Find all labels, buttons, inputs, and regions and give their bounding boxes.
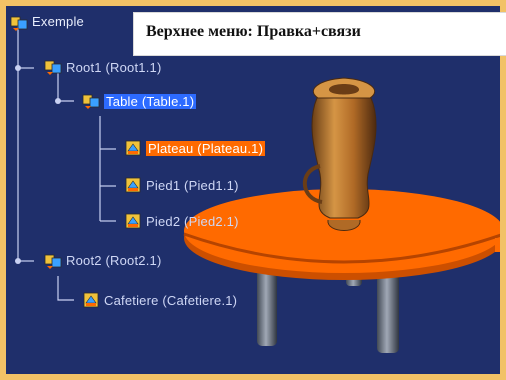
product-icon	[44, 254, 62, 269]
tree-root-label[interactable]: Exemple	[32, 14, 84, 29]
product-icon	[44, 60, 62, 75]
caption-banner: Верхнее меню: Правка+связи	[133, 12, 506, 56]
part-icon	[83, 292, 99, 308]
product-icon	[10, 16, 28, 31]
tree-line-cafetiere	[57, 276, 74, 301]
tree-item-table[interactable]: Table (Table.1)	[104, 94, 197, 109]
tree-item-table-label: Table (Table.1)	[104, 94, 197, 109]
tree-item-root2[interactable]: Root2 (Root2.1)	[66, 253, 162, 268]
caption-text: Верхнее меню: Правка+связи	[146, 23, 361, 40]
expand-node-root2[interactable]	[15, 258, 21, 264]
part-icon	[125, 177, 141, 193]
window-frame: Exemple Root1 (Root1.1) Table (Table.1) …	[0, 0, 506, 380]
product-icon	[82, 94, 100, 109]
tree-item-root1[interactable]: Root1 (Root1.1)	[66, 60, 162, 75]
expand-node-root1[interactable]	[15, 65, 21, 71]
part-icon	[125, 213, 141, 229]
3d-viewport[interactable]: Exemple Root1 (Root1.1) Table (Table.1) …	[6, 6, 500, 374]
tree-item-plateau-label: Plateau (Plateau.1)	[146, 141, 266, 156]
expand-node-table[interactable]	[55, 98, 61, 104]
tree-item-pied1[interactable]: Pied1 (Pied1.1)	[146, 178, 239, 193]
tree-item-pied2[interactable]: Pied2 (Pied2.1)	[146, 214, 239, 229]
part-icon	[125, 140, 141, 156]
tree-item-plateau[interactable]: Plateau (Plateau.1)	[146, 141, 266, 156]
tree-item-cafetiere[interactable]: Cafetiere (Cafetiere.1)	[104, 293, 237, 308]
